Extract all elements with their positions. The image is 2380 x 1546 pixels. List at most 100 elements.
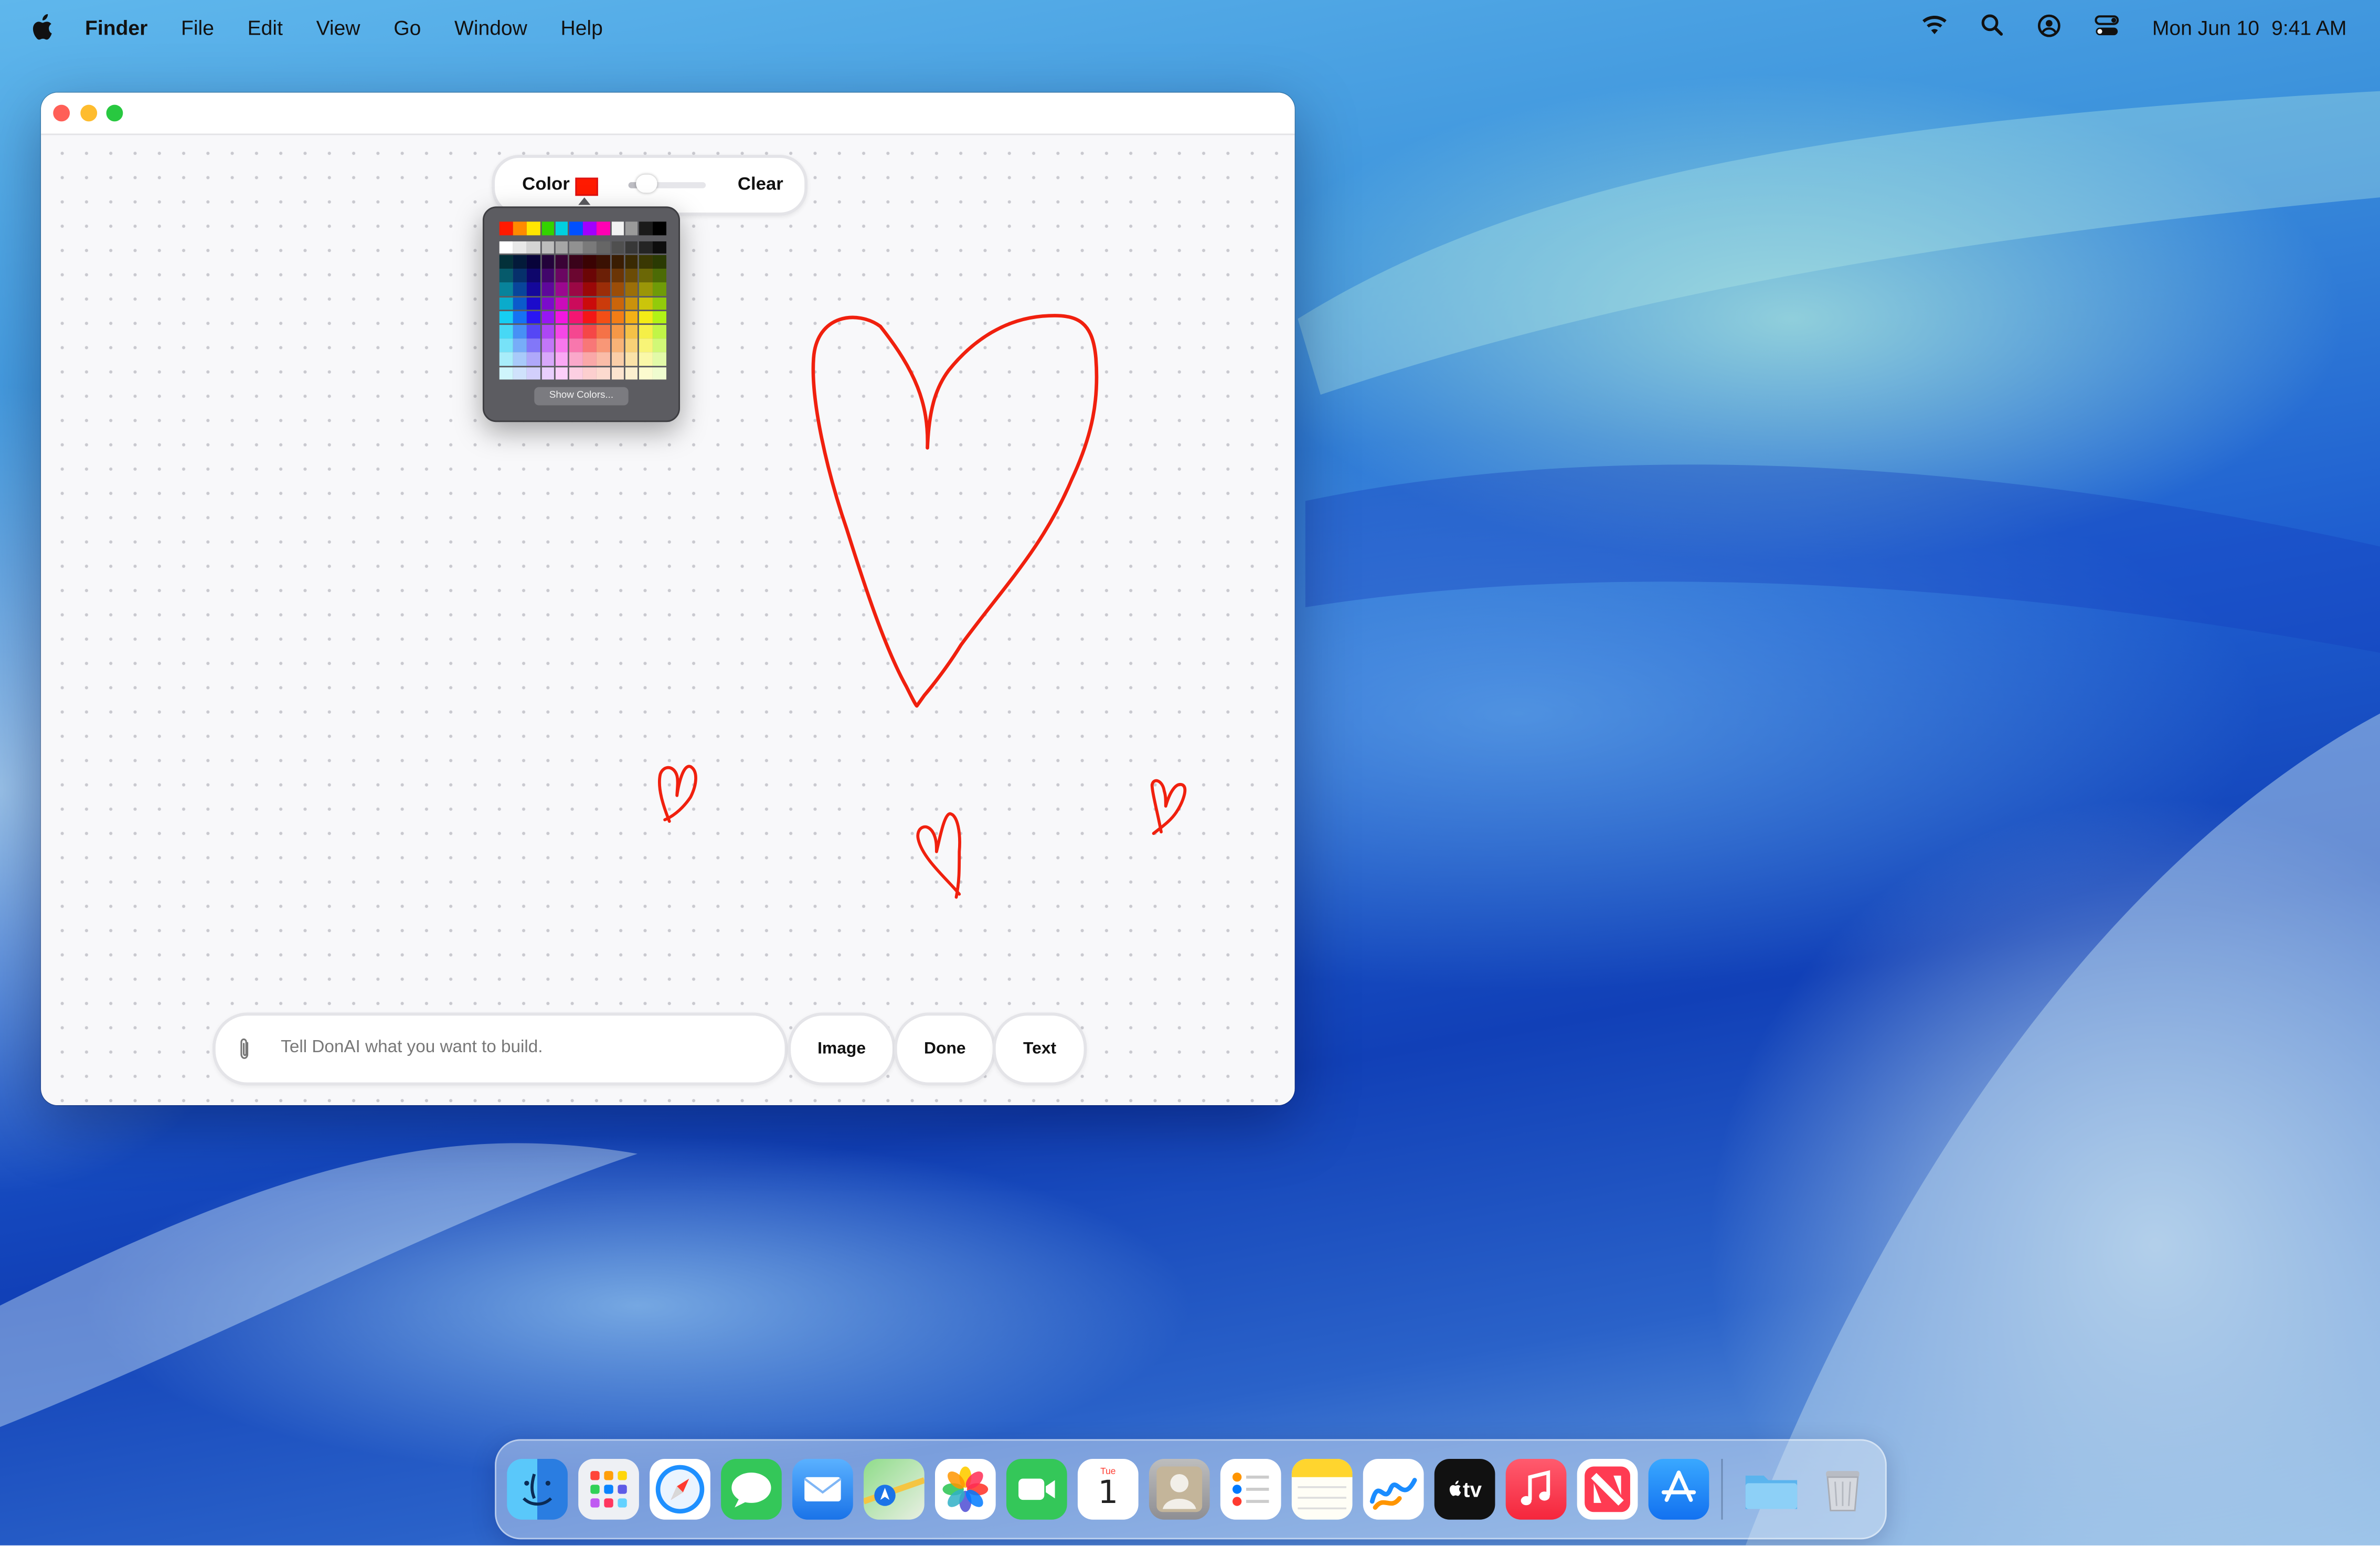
color-swatch[interactable] [499,311,513,324]
color-swatch[interactable] [653,353,666,366]
color-swatch[interactable] [625,255,639,269]
color-swatch[interactable] [555,221,569,235]
color-swatch[interactable] [597,297,610,310]
color-swatch[interactable] [597,241,610,255]
color-swatch[interactable] [597,269,610,282]
color-swatch[interactable] [611,325,624,338]
color-swatch[interactable] [611,255,624,269]
color-swatch[interactable] [527,241,540,255]
color-swatch[interactable] [513,353,527,366]
dock-tv-icon[interactable]: tv [1434,1459,1495,1520]
color-swatch[interactable] [555,325,569,338]
menu-edit[interactable]: Edit [248,16,283,38]
menu-app-name[interactable]: Finder [85,16,147,38]
dock-trash-icon[interactable] [1812,1459,1873,1520]
color-swatch[interactable] [513,283,527,297]
color-swatch[interactable] [555,353,569,366]
dock-messages-icon[interactable] [721,1459,782,1520]
color-swatch[interactable] [583,241,597,255]
color-swatch[interactable] [611,311,624,324]
color-well-button[interactable] [575,177,598,196]
dock-launchpad-icon[interactable] [578,1459,639,1520]
color-swatch[interactable] [541,353,555,366]
color-swatch[interactable] [639,311,652,324]
color-swatch[interactable] [583,353,597,366]
color-swatch[interactable] [499,255,513,269]
color-swatch[interactable] [541,221,555,235]
color-swatch[interactable] [527,269,540,282]
dock-maps-icon[interactable] [864,1459,925,1520]
color-swatch[interactable] [569,221,582,235]
color-swatch[interactable] [653,338,666,352]
color-swatch[interactable] [555,338,569,352]
color-swatch[interactable] [541,338,555,352]
dock-finder-icon[interactable] [507,1459,568,1520]
color-swatch[interactable] [625,269,639,282]
color-swatch[interactable] [499,367,513,380]
color-swatch[interactable] [513,311,527,324]
show-colors-button[interactable]: Show Colors... [534,387,629,406]
color-swatch[interactable] [513,241,527,255]
color-swatch[interactable] [611,353,624,366]
color-swatch[interactable] [597,338,610,352]
color-swatch[interactable] [583,338,597,352]
color-swatch[interactable] [597,255,610,269]
dock-app-store-icon[interactable] [1648,1459,1709,1520]
color-swatch[interactable] [555,311,569,324]
color-swatch[interactable] [653,255,666,269]
color-swatch[interactable] [569,283,582,297]
color-swatch[interactable] [555,367,569,380]
color-swatch[interactable] [541,241,555,255]
color-swatch[interactable] [499,269,513,282]
color-swatch[interactable] [611,241,624,255]
color-swatch[interactable] [541,269,555,282]
color-swatch[interactable] [527,325,540,338]
color-swatch[interactable] [527,297,540,310]
color-swatch[interactable] [653,311,666,324]
dock-contacts-icon[interactable] [1149,1459,1210,1520]
menu-clock[interactable]: Mon Jun 10 9:41 AM [2152,16,2347,38]
color-swatch[interactable] [583,367,597,380]
color-swatch[interactable] [541,283,555,297]
color-swatch[interactable] [639,353,652,366]
dock-reminders-icon[interactable] [1220,1459,1281,1520]
color-swatch[interactable] [569,338,582,352]
color-swatch[interactable] [625,297,639,310]
color-swatch[interactable] [639,269,652,282]
dock-downloads-folder-icon[interactable] [1741,1459,1802,1520]
color-swatch[interactable] [583,283,597,297]
color-swatch[interactable] [653,367,666,380]
color-swatch[interactable] [555,297,569,310]
color-swatch[interactable] [499,241,513,255]
color-swatch[interactable] [653,297,666,310]
color-swatch[interactable] [625,325,639,338]
color-swatch[interactable] [611,338,624,352]
dock-safari-icon[interactable] [650,1459,710,1520]
color-swatch[interactable] [597,325,610,338]
color-swatch[interactable] [625,221,639,235]
text-button[interactable]: Text [992,1012,1087,1086]
color-swatch[interactable] [597,353,610,366]
color-swatch[interactable] [639,367,652,380]
color-swatch[interactable] [583,325,597,338]
color-swatch[interactable] [583,255,597,269]
color-swatch[interactable] [625,311,639,324]
color-swatch[interactable] [611,283,624,297]
color-swatch[interactable] [611,269,624,282]
color-swatch[interactable] [499,221,513,235]
dock-facetime-icon[interactable] [1006,1459,1067,1520]
color-swatch[interactable] [541,325,555,338]
color-swatch[interactable] [527,338,540,352]
color-swatch[interactable] [499,353,513,366]
menu-help[interactable]: Help [561,16,603,38]
color-swatch[interactable] [583,221,597,235]
color-swatch[interactable] [555,283,569,297]
done-button[interactable]: Done [894,1012,996,1086]
color-swatch[interactable] [639,283,652,297]
image-button[interactable]: Image [788,1012,896,1086]
slider-knob[interactable] [636,174,657,193]
color-swatch[interactable] [569,297,582,310]
color-swatch[interactable] [527,221,540,235]
color-swatch[interactable] [611,367,624,380]
color-swatch[interactable] [625,338,639,352]
